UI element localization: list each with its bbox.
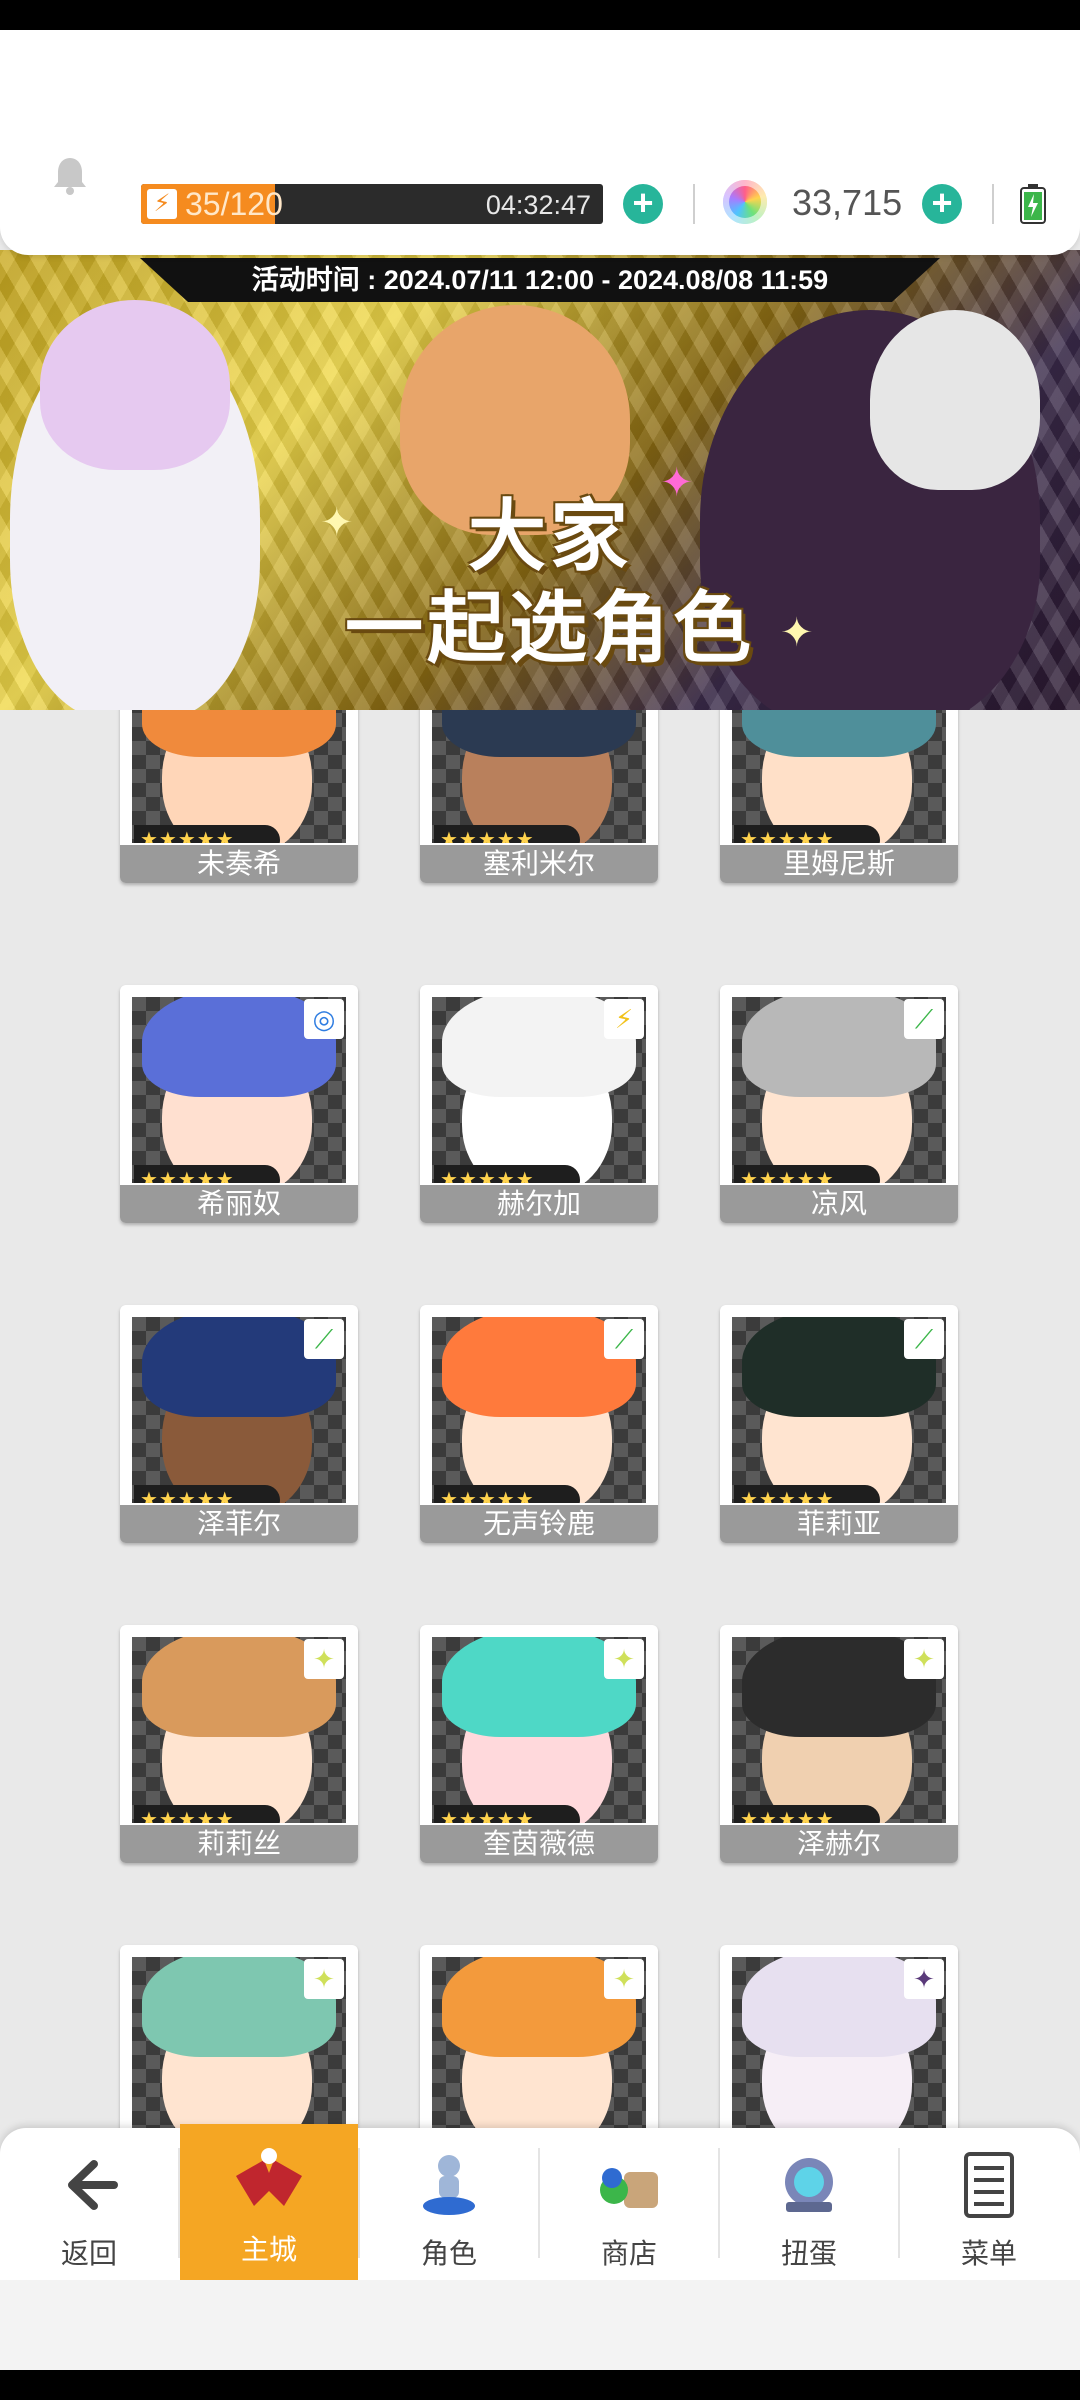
- energy-bar: ⚡ 35/120 04:32:47: [141, 184, 603, 224]
- banner-character-right-hair: [870, 310, 1040, 490]
- bottom-nav: 返回 主城 角色 商店 扭蛋 菜单: [0, 2124, 1080, 2280]
- character-card[interactable]: ★★★★★ ◎ 希丽奴: [120, 985, 358, 1223]
- character-card[interactable]: ★★★★★ ⟋ 菲莉亚: [720, 1305, 958, 1543]
- nav-character[interactable]: 角色: [360, 2128, 538, 2280]
- element-badge-icon: ⟋: [904, 999, 944, 1039]
- star-rating: ★★★★★: [434, 1485, 580, 1503]
- lightning-icon: ⚡: [147, 189, 177, 219]
- nav-gacha-label: 扭蛋: [780, 2238, 837, 2269]
- event-banner[interactable]: 活动时间 : 2024.07/11 12:00 - 2024.08/08 11:…: [0, 250, 1080, 710]
- nav-back[interactable]: 返回: [0, 2128, 178, 2280]
- character-name: 塞利米尔: [420, 845, 658, 883]
- gacha-orb-icon: [785, 2158, 833, 2212]
- element-badge-icon: ✦: [904, 1639, 944, 1679]
- element-badge-icon: ⚡: [604, 999, 644, 1039]
- nav-menu[interactable]: 菜单: [900, 2128, 1078, 2280]
- star-rating: ★★★★★: [134, 1165, 280, 1183]
- character-name: 菲莉亚: [720, 1505, 958, 1543]
- add-energy-button[interactable]: +: [623, 184, 663, 224]
- nav-main-city-label: 主城: [240, 2234, 297, 2265]
- sparkle-icon: ✦: [660, 461, 694, 505]
- sparkle-icon: ✦: [320, 501, 354, 545]
- element-badge-icon: ⟋: [904, 1319, 944, 1359]
- shop-bag-icon: [600, 2168, 658, 2208]
- element-badge-icon: ✦: [604, 1959, 644, 1999]
- star-rating: ★★★★★: [434, 825, 580, 843]
- battery-icon: [1020, 184, 1046, 224]
- star-rating: ★★★★★: [734, 1805, 880, 1823]
- add-gems-button[interactable]: +: [922, 184, 962, 224]
- back-arrow-icon: [68, 2160, 118, 2210]
- wings-icon: [236, 2148, 302, 2206]
- character-name: 未奏希: [120, 845, 358, 883]
- character-card[interactable]: ★★★★★ ⟋ 无声铃鹿: [420, 1305, 658, 1543]
- divider: [992, 184, 994, 224]
- star-rating: ★★★★★: [734, 1485, 880, 1503]
- element-badge-icon: ✦: [604, 1639, 644, 1679]
- character-name: 里姆尼斯: [720, 845, 958, 883]
- character-name: 奎茵薇德: [420, 1825, 658, 1863]
- star-rating: ★★★★★: [734, 1165, 880, 1183]
- star-rating: ★★★★★: [134, 1485, 280, 1503]
- star-rating: ★★★★★: [134, 1805, 280, 1823]
- character-card[interactable]: ★★★★★ ✦ 泽赫尔: [720, 1625, 958, 1863]
- energy-timer: 04:32:47: [485, 190, 591, 220]
- nav-shop-label: 商店: [600, 2238, 657, 2269]
- character-card[interactable]: ★★★★★ ✦ 莉莉丝: [120, 1625, 358, 1863]
- character-name: 凉风: [720, 1185, 958, 1223]
- character-name: 泽菲尔: [120, 1505, 358, 1543]
- character-card[interactable]: ★★★★★ ⚡ 赫尔加: [420, 985, 658, 1223]
- gem-count: 33,715: [792, 182, 903, 223]
- character-card[interactable]: ★★★★★ ⟋ 泽菲尔: [120, 1305, 358, 1543]
- nav-shop[interactable]: 商店: [540, 2128, 718, 2280]
- bell-icon[interactable]: [52, 156, 88, 196]
- nav-character-label: 角色: [420, 2238, 477, 2269]
- sparkle-icon: ✦: [780, 611, 814, 655]
- nav-menu-label: 菜单: [960, 2238, 1017, 2269]
- banner-character-left-hair: [40, 300, 230, 470]
- nav-main-city[interactable]: 主城: [180, 2124, 358, 2280]
- element-badge-icon: ✦: [304, 1639, 344, 1679]
- element-badge-icon: ⟋: [304, 1319, 344, 1359]
- nav-back-label: 返回: [60, 2238, 117, 2269]
- character-name: 莉莉丝: [120, 1825, 358, 1863]
- character-name: 赫尔加: [420, 1185, 658, 1223]
- star-rating: ★★★★★: [434, 1165, 580, 1183]
- star-rating: ★★★★★: [134, 825, 280, 843]
- nav-bottom-strip: [0, 2280, 1080, 2370]
- nav-gacha[interactable]: 扭蛋: [720, 2128, 898, 2280]
- menu-list-icon: [964, 2152, 1014, 2218]
- character-name: 泽赫尔: [720, 1825, 958, 1863]
- energy-count: 35/120: [185, 186, 283, 222]
- character-card[interactable]: ★★★★★ ✦ 奎茵薇德: [420, 1625, 658, 1863]
- star-rating: ★★★★★: [734, 825, 880, 843]
- character-name: 希丽奴: [120, 1185, 358, 1223]
- character-name: 无声铃鹿: [420, 1505, 658, 1543]
- character-statue-icon: [423, 2155, 475, 2215]
- element-badge-icon: ⟋: [604, 1319, 644, 1359]
- gem-icon: [723, 180, 767, 224]
- divider: [693, 184, 695, 224]
- banner-title: 大家 一起选角色: [344, 492, 755, 672]
- event-time: 活动时间 : 2024.07/11 12:00 - 2024.08/08 11:…: [140, 258, 940, 302]
- element-badge-icon: ✦: [304, 1959, 344, 1999]
- star-rating: ★★★★★: [434, 1805, 580, 1823]
- character-card[interactable]: ★★★★★ ⟋ 凉风: [720, 985, 958, 1223]
- element-badge-icon: ◎: [304, 999, 344, 1039]
- element-badge-icon: ✦: [904, 1959, 944, 1999]
